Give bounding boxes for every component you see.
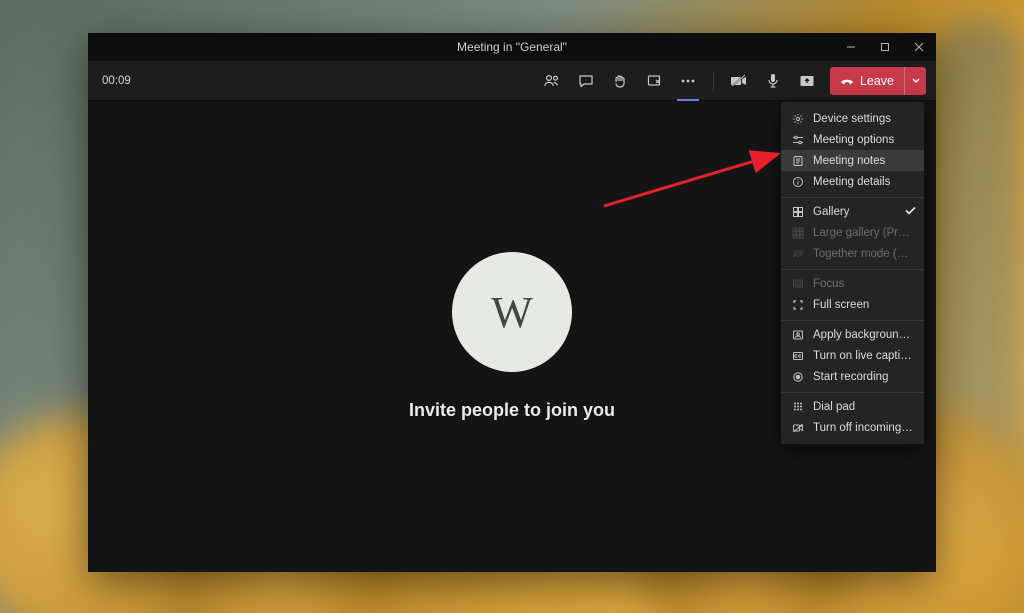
leave-button[interactable]: Leave: [830, 67, 926, 95]
cc-icon: [791, 350, 805, 362]
gear-icon: [791, 113, 805, 125]
video-off-icon: [791, 422, 805, 434]
rooms-icon: [646, 73, 662, 89]
chevron-down-icon: [912, 78, 920, 84]
titlebar: Meeting in "General": [88, 33, 936, 61]
hangup-icon: [840, 76, 854, 86]
more-actions-menu: Device settings Meeting options Meeting no…: [780, 101, 925, 445]
mic-icon: [766, 73, 780, 89]
maximize-icon: [880, 42, 890, 52]
bg-icon: [791, 329, 805, 341]
info-icon: [791, 176, 805, 188]
leave-label: Leave: [860, 74, 894, 88]
chat-button[interactable]: [571, 66, 601, 96]
menu-item-bg-effects[interactable]: Apply background effects: [781, 324, 924, 345]
menu-item-label: Apply background effects: [813, 329, 914, 341]
avatar-initial: W: [491, 287, 533, 338]
maximize-button[interactable]: [868, 33, 902, 61]
meeting-timer: 00:09: [102, 75, 131, 87]
raise-hand-button[interactable]: [605, 66, 635, 96]
together-icon: [791, 248, 805, 260]
menu-item-label: Meeting notes: [813, 155, 885, 167]
notes-icon: [791, 155, 805, 167]
minimize-button[interactable]: [834, 33, 868, 61]
meeting-toolbar: 00:09: [88, 61, 936, 101]
microphone-button[interactable]: [758, 66, 788, 96]
fullscreen-icon: [791, 299, 805, 311]
record-icon: [791, 371, 805, 383]
menu-item-label: Turn off incoming video: [813, 422, 914, 434]
menu-item-label: Dial pad: [813, 401, 855, 413]
menu-item-label: Start recording: [813, 371, 888, 383]
menu-item-incoming-off[interactable]: Turn off incoming video: [781, 417, 924, 438]
camera-button[interactable]: [724, 66, 754, 96]
menu-item-meeting-details[interactable]: Meeting details: [781, 171, 924, 192]
menu-item-label: Meeting details: [813, 176, 890, 188]
menu-item-full-screen[interactable]: Full screen: [781, 294, 924, 315]
close-icon: [914, 42, 924, 52]
menu-item-dial-pad[interactable]: Dial pad: [781, 396, 924, 417]
hand-icon: [612, 73, 628, 89]
menu-item-label: Together mode (Preview): [813, 248, 914, 260]
rooms-button[interactable]: [639, 66, 669, 96]
more-actions-button[interactable]: [673, 66, 703, 96]
menu-item-meeting-notes[interactable]: Meeting notes: [781, 150, 924, 171]
close-button[interactable]: [902, 33, 936, 61]
menu-item-focus: Focus: [781, 273, 924, 294]
invite-text: Invite people to join you: [409, 400, 615, 421]
menu-item-label: Full screen: [813, 299, 869, 311]
focus-icon: [791, 278, 805, 290]
people-icon: [543, 73, 561, 89]
share-icon: [799, 74, 815, 88]
menu-item-device-settings[interactable]: Device settings: [781, 108, 924, 129]
grid-icon: [791, 206, 805, 218]
participants-button[interactable]: [537, 66, 567, 96]
leave-dropdown[interactable]: [904, 67, 926, 95]
more-icon: [680, 79, 696, 83]
menu-item-label: Focus: [813, 278, 844, 290]
menu-item-label: Meeting options: [813, 134, 894, 146]
menu-item-label: Large gallery (Preview): [813, 227, 914, 239]
check-icon: [905, 206, 916, 218]
menu-item-label: Turn on live captions: [813, 350, 914, 362]
menu-item-label: Device settings: [813, 113, 891, 125]
window-title: Meeting in "General": [457, 40, 567, 54]
menu-item-meeting-options[interactable]: Meeting options: [781, 129, 924, 150]
minimize-icon: [846, 42, 856, 52]
large-grid-icon: [791, 227, 805, 239]
menu-item-live-captions[interactable]: Turn on live captions: [781, 345, 924, 366]
dialpad-icon: [791, 401, 805, 413]
menu-item-label: Gallery: [813, 206, 849, 218]
sliders-icon: [791, 134, 805, 146]
participant-avatar: W: [452, 252, 572, 372]
menu-item-large-gallery: Large gallery (Preview): [781, 222, 924, 243]
menu-item-gallery[interactable]: Gallery: [781, 201, 924, 222]
camera-off-icon: [730, 74, 748, 88]
menu-item-together-mode: Together mode (Preview): [781, 243, 924, 264]
chat-icon: [578, 73, 594, 89]
toolbar-separator: [713, 71, 714, 91]
meeting-window: Meeting in "General" 00:09: [88, 33, 936, 572]
menu-item-recording[interactable]: Start recording: [781, 366, 924, 387]
share-button[interactable]: [792, 66, 822, 96]
